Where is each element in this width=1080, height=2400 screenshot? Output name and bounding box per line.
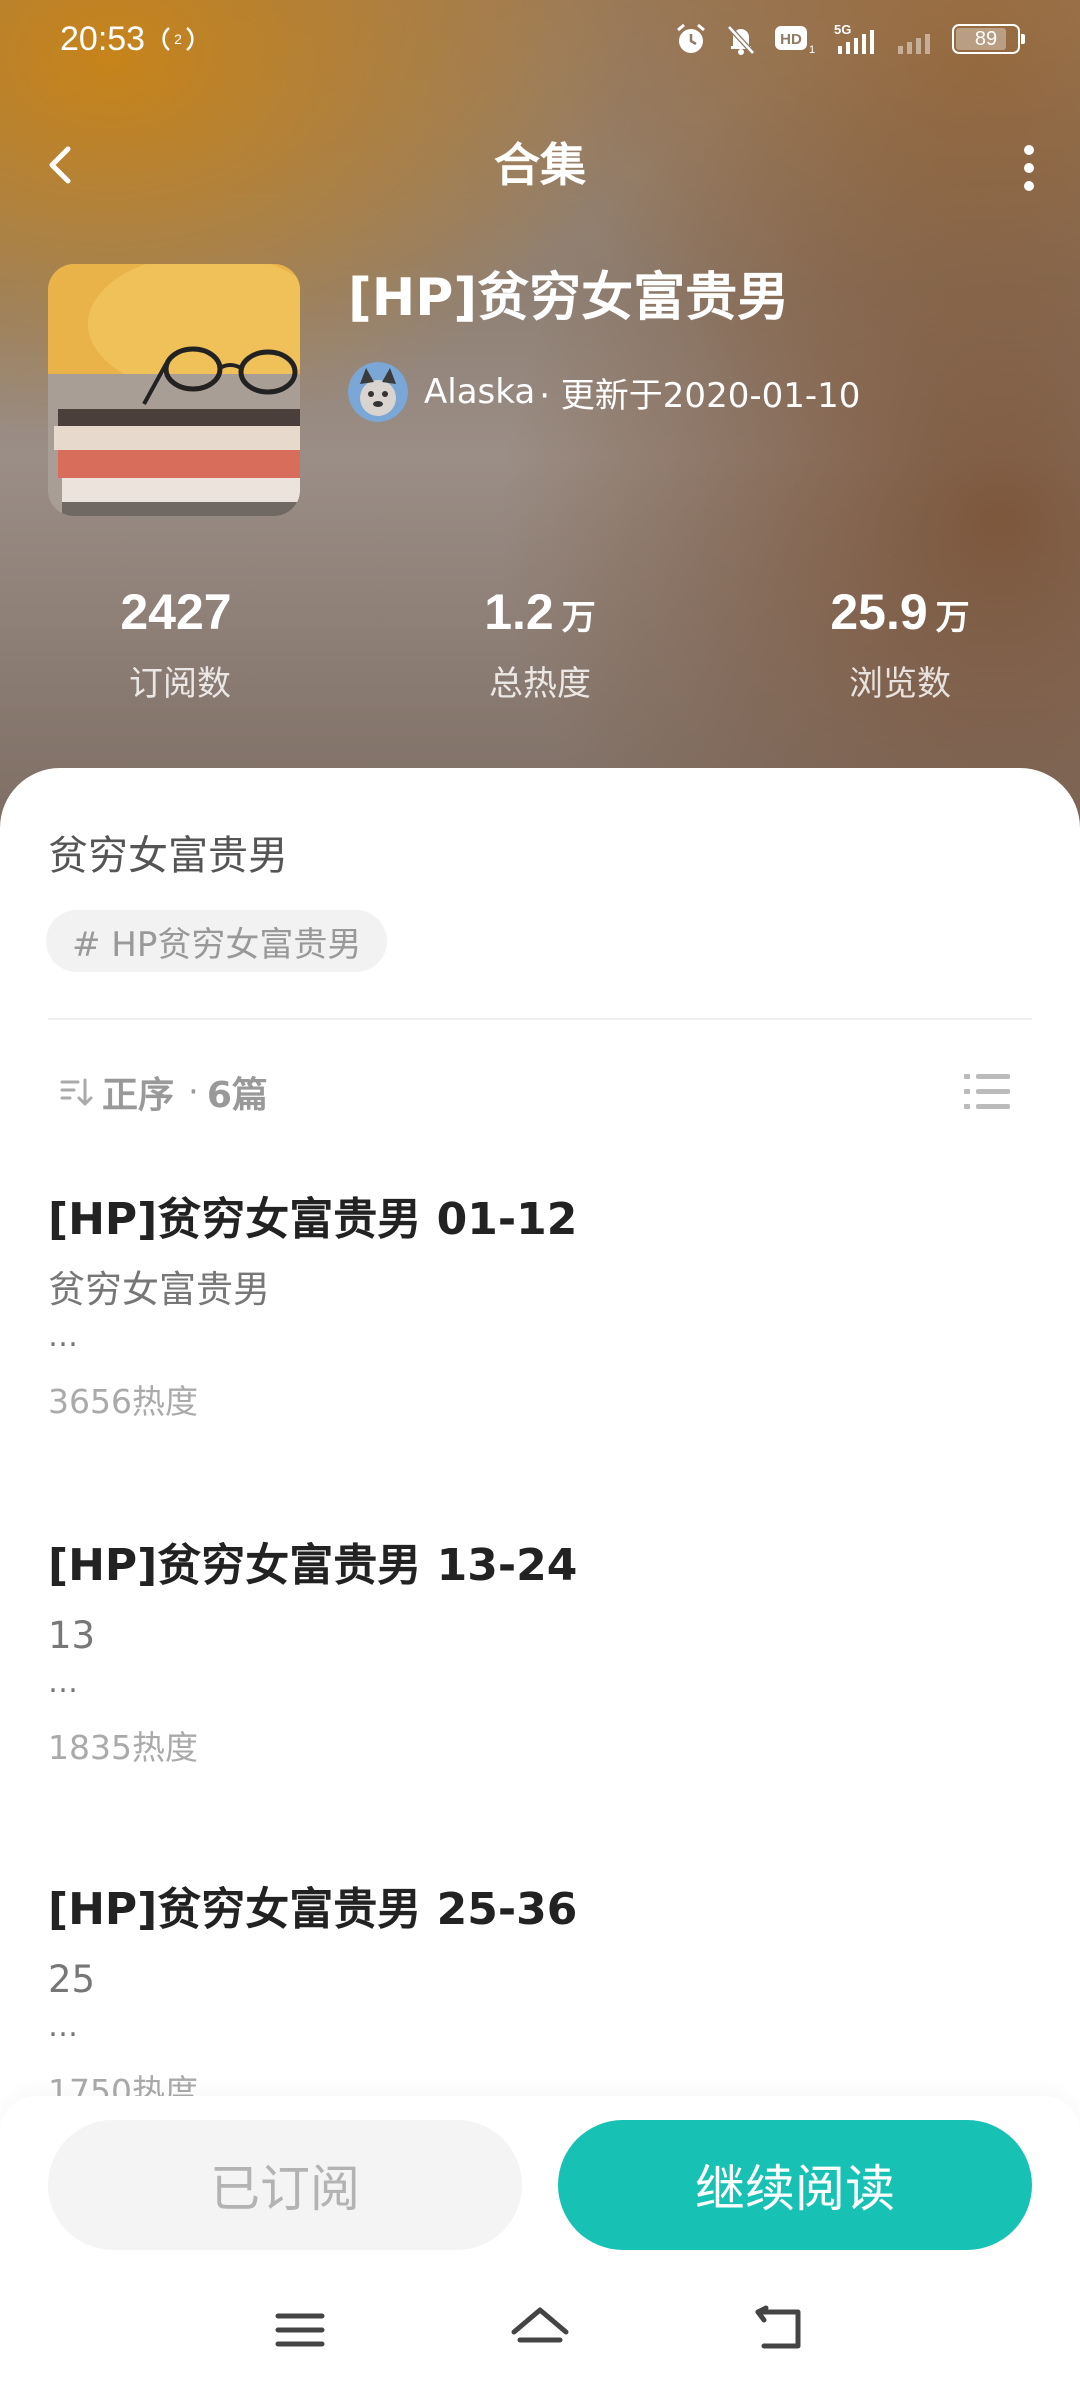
chapter-excerpt: 贫穷女富贵男 bbox=[48, 1268, 270, 1311]
stat-unit: 万 bbox=[561, 599, 596, 637]
chapter-title[interactable]: [HP]贫穷女富贵男 25-36 bbox=[48, 1880, 1032, 1940]
stat-label: 总热度 bbox=[489, 664, 591, 704]
stat-value: 1.2 bbox=[484, 584, 554, 640]
author-avatar[interactable] bbox=[348, 362, 408, 422]
stat-value: 25.9 bbox=[830, 584, 928, 640]
status-bar: 20:53 2 HD 1 5G 89 bbox=[0, 0, 1080, 80]
stat-label: 浏览数 bbox=[849, 664, 951, 704]
subscribed-button[interactable]: 已订阅 bbox=[48, 2120, 522, 2250]
author-row[interactable]: Alaska · 更新于2020-01-10 bbox=[348, 360, 860, 424]
hd-icon: HD 1 bbox=[775, 26, 815, 55]
sort-icon bbox=[60, 1078, 93, 1106]
mute-icon bbox=[727, 25, 755, 55]
chapter-title[interactable]: [HP]贫穷女富贵男 01-12 bbox=[48, 1190, 1032, 1250]
collection-description: 贫穷女富贵男 bbox=[48, 833, 288, 879]
divider bbox=[48, 1018, 1032, 1020]
author-name[interactable]: Alaska bbox=[424, 372, 535, 412]
status-time: 20:53 bbox=[60, 20, 146, 58]
chapter-excerpt: 13 bbox=[48, 1614, 96, 1657]
list-view-icon[interactable] bbox=[964, 1072, 1010, 1112]
stat-unit: 万 bbox=[935, 599, 970, 637]
chapter-ellipsis: … bbox=[48, 1319, 78, 1354]
svg-text:HD: HD bbox=[780, 31, 802, 48]
collection-title: [HP]贫穷女富贵男 bbox=[348, 268, 790, 328]
stat-subscriptions: 2427 订阅数 bbox=[0, 578, 360, 712]
chapter-ellipsis: … bbox=[48, 1665, 78, 1700]
alarm-icon bbox=[677, 23, 705, 53]
svg-text:1: 1 bbox=[809, 44, 815, 55]
svg-text:5G: 5G bbox=[834, 22, 851, 37]
home-nav-icon[interactable] bbox=[510, 2300, 570, 2360]
sort-label: 正序 bbox=[102, 1075, 175, 1116]
back-nav-icon[interactable] bbox=[750, 2300, 810, 2360]
chapter-title[interactable]: [HP]贫穷女富贵男 13-24 bbox=[48, 1536, 1032, 1596]
chapter-item[interactable]: [HP]贫穷女富贵男 13-24 13 … 1835热度 bbox=[48, 1536, 1032, 1770]
chapter-item[interactable]: [HP]贫穷女富贵男 01-12 贫穷女富贵男 … 3656热度 bbox=[48, 1190, 1032, 1424]
signal-weak-icon bbox=[898, 34, 930, 54]
battery-level: 89 bbox=[974, 27, 998, 50]
battery-indicator: 89 bbox=[952, 24, 1025, 54]
chapter-count: 6篇 bbox=[206, 1075, 268, 1116]
stat-views: 25.9 万 浏览数 bbox=[720, 578, 1080, 712]
update-date: · 更新于2020-01-10 bbox=[539, 375, 861, 416]
chapter-ellipsis: … bbox=[48, 2009, 78, 2044]
continue-reading-button[interactable]: 继续阅读 bbox=[558, 2120, 1032, 2250]
collection-tag[interactable]: # HP贫穷女富贵男 bbox=[46, 910, 388, 972]
page-title: 合集 bbox=[494, 138, 586, 192]
chapter-heat: 3656热度 bbox=[48, 1382, 198, 1421]
more-options-icon[interactable] bbox=[1014, 138, 1044, 198]
svg-text:2: 2 bbox=[174, 31, 182, 47]
chapter-excerpt: 25 bbox=[48, 1958, 96, 2001]
stat-value: 2427 bbox=[120, 584, 232, 640]
status-icons: HD 1 5G 89 bbox=[674, 22, 1025, 56]
signal-5g-icon: 5G bbox=[834, 22, 874, 54]
hotspot-icon: 2 bbox=[162, 27, 194, 51]
chapter-heat: 1835热度 bbox=[48, 1728, 198, 1767]
menu-nav-icon[interactable] bbox=[270, 2300, 330, 2360]
stat-total-heat: 1.2 万 总热度 bbox=[360, 578, 720, 712]
stat-label: 订阅数 bbox=[129, 664, 231, 704]
sort-toggle[interactable]: 正序 · 6篇 bbox=[58, 1068, 268, 1116]
sort-separator: · bbox=[188, 1072, 199, 1112]
chapter-item[interactable]: [HP]贫穷女富贵男 25-36 25 … 1750热度 bbox=[48, 1880, 1032, 2114]
collection-cover-image bbox=[48, 264, 300, 516]
stats-row: 2427 订阅数 1.2 万 总热度 25.9 万 浏览数 bbox=[0, 578, 1080, 708]
